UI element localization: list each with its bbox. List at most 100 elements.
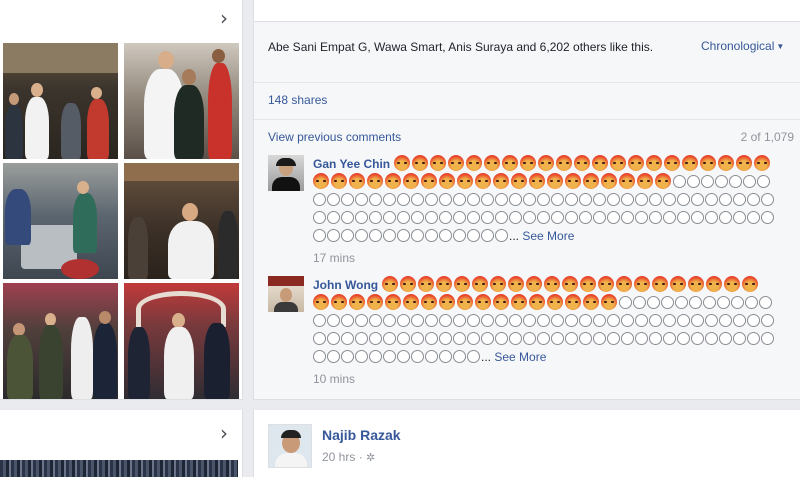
angry-emoji-icon (313, 173, 329, 189)
post-time[interactable]: 20 hrs (322, 450, 355, 464)
angry-emoji-icon (475, 294, 491, 310)
angry-emoji-icon (511, 294, 527, 310)
angry-emoji-icon (421, 294, 437, 310)
angry-emoji-icon (754, 155, 771, 171)
angry-emoji-icon (634, 276, 651, 292)
neutral-emoji-icon (467, 314, 480, 327)
angry-emoji-icon (742, 276, 759, 292)
angry-emoji-icon (700, 155, 717, 171)
chevron-down-icon: ▼ (776, 42, 785, 51)
angry-emoji-icon (580, 276, 597, 292)
angry-emoji-icon (562, 276, 579, 292)
neutral-emoji-icon (621, 193, 634, 206)
neutral-emoji-icon (579, 193, 592, 206)
photo-shop-visit[interactable] (124, 163, 239, 279)
chevron-right-icon[interactable]: › (216, 8, 232, 28)
neutral-emoji-icon (313, 350, 326, 363)
comment-count: 2 of 1,079 (740, 130, 794, 144)
avatar[interactable] (268, 155, 304, 191)
post-action-bar (254, 0, 800, 22)
photo-crowd-thumbnail[interactable] (0, 460, 238, 477)
likes-summary[interactable]: Abe Sani Empat G, Wawa Smart, Anis Suray… (268, 38, 688, 56)
photo-greeting-boy[interactable] (124, 43, 239, 159)
neutral-emoji-icon (719, 211, 732, 224)
comment-timestamp[interactable]: 10 mins (313, 372, 355, 386)
chevron-right-icon[interactable]: › (216, 423, 232, 443)
neutral-emoji-icon (523, 193, 536, 206)
neutral-emoji-icon (663, 314, 676, 327)
comment-item: John Wong... See More 10 mins (268, 276, 788, 391)
angry-emoji-icon (655, 173, 671, 189)
neutral-emoji-icon (369, 332, 382, 345)
shares-link[interactable]: 148 shares (268, 93, 327, 107)
neutral-emoji-icon (327, 229, 340, 242)
angry-emoji-icon (547, 294, 563, 310)
neutral-emoji-icon (327, 314, 340, 327)
angry-emoji-icon (349, 173, 365, 189)
neutral-emoji-icon (467, 211, 480, 224)
neutral-emoji-icon (733, 211, 746, 224)
page-avatar[interactable] (268, 424, 312, 468)
neutral-emoji-icon (647, 296, 660, 309)
angry-emoji-icon (418, 276, 435, 292)
neutral-emoji-icon (467, 193, 480, 206)
neutral-emoji-icon (453, 211, 466, 224)
neutral-emoji-icon (481, 193, 494, 206)
neutral-emoji-icon (635, 193, 648, 206)
view-previous-comments-link[interactable]: View previous comments (268, 130, 401, 144)
angry-emoji-icon (598, 276, 615, 292)
angry-emoji-icon (583, 294, 599, 310)
neutral-emoji-icon (425, 314, 438, 327)
neutral-emoji-icon (327, 332, 340, 345)
neutral-emoji-icon (355, 314, 368, 327)
neutral-emoji-icon (453, 229, 466, 242)
post-engagement: Abe Sani Empat G, Wawa Smart, Anis Suray… (253, 0, 800, 400)
neutral-emoji-icon (621, 211, 634, 224)
comment-item: Gan Yee Chin... See More 17 mins (268, 155, 788, 265)
angry-emoji-icon (367, 294, 383, 310)
page-name[interactable]: Najib Razak (322, 427, 401, 443)
neutral-emoji-icon (649, 314, 662, 327)
neutral-emoji-icon (411, 350, 424, 363)
neutral-emoji-icon (593, 193, 606, 206)
photo-police-escort[interactable] (3, 283, 118, 399)
neutral-emoji-icon (635, 211, 648, 224)
neutral-emoji-icon (411, 314, 424, 327)
comment-author[interactable]: Gan Yee Chin (313, 157, 390, 171)
see-more-link[interactable]: See More (522, 229, 574, 243)
neutral-emoji-icon (607, 314, 620, 327)
neutral-emoji-icon (425, 193, 438, 206)
angry-emoji-icon (601, 173, 617, 189)
photo-decorated-street[interactable] (124, 283, 239, 399)
neutral-emoji-icon (593, 314, 606, 327)
comment-timestamp[interactable]: 17 mins (313, 251, 355, 265)
angry-emoji-icon (619, 173, 635, 189)
sort-dropdown[interactable]: Chronological ▼ (701, 38, 784, 55)
neutral-emoji-icon (565, 314, 578, 327)
neutral-emoji-icon (761, 211, 774, 224)
neutral-emoji-icon (509, 193, 522, 206)
angry-emoji-icon (508, 276, 525, 292)
avatar[interactable] (268, 276, 304, 312)
neutral-emoji-icon (691, 314, 704, 327)
neutral-emoji-icon (425, 211, 438, 224)
photo-street-crowd[interactable] (3, 43, 118, 159)
angry-emoji-icon (394, 155, 411, 171)
neutral-emoji-icon (719, 193, 732, 206)
angry-emoji-icon (574, 155, 591, 171)
neutral-emoji-icon (313, 193, 326, 206)
neutral-emoji-icon (747, 332, 760, 345)
photo-market-stall[interactable] (3, 163, 118, 279)
angry-emoji-icon (688, 276, 705, 292)
angry-emoji-icon (652, 276, 669, 292)
neutral-emoji-icon (481, 332, 494, 345)
neutral-emoji-icon (565, 211, 578, 224)
neutral-emoji-icon (481, 314, 494, 327)
see-more-link[interactable]: See More (494, 350, 546, 364)
neutral-emoji-icon (453, 332, 466, 345)
angry-emoji-icon (547, 173, 563, 189)
comment-author[interactable]: John Wong (313, 278, 378, 292)
neutral-emoji-icon (369, 211, 382, 224)
divider (254, 119, 800, 120)
neutral-emoji-icon (467, 350, 480, 363)
